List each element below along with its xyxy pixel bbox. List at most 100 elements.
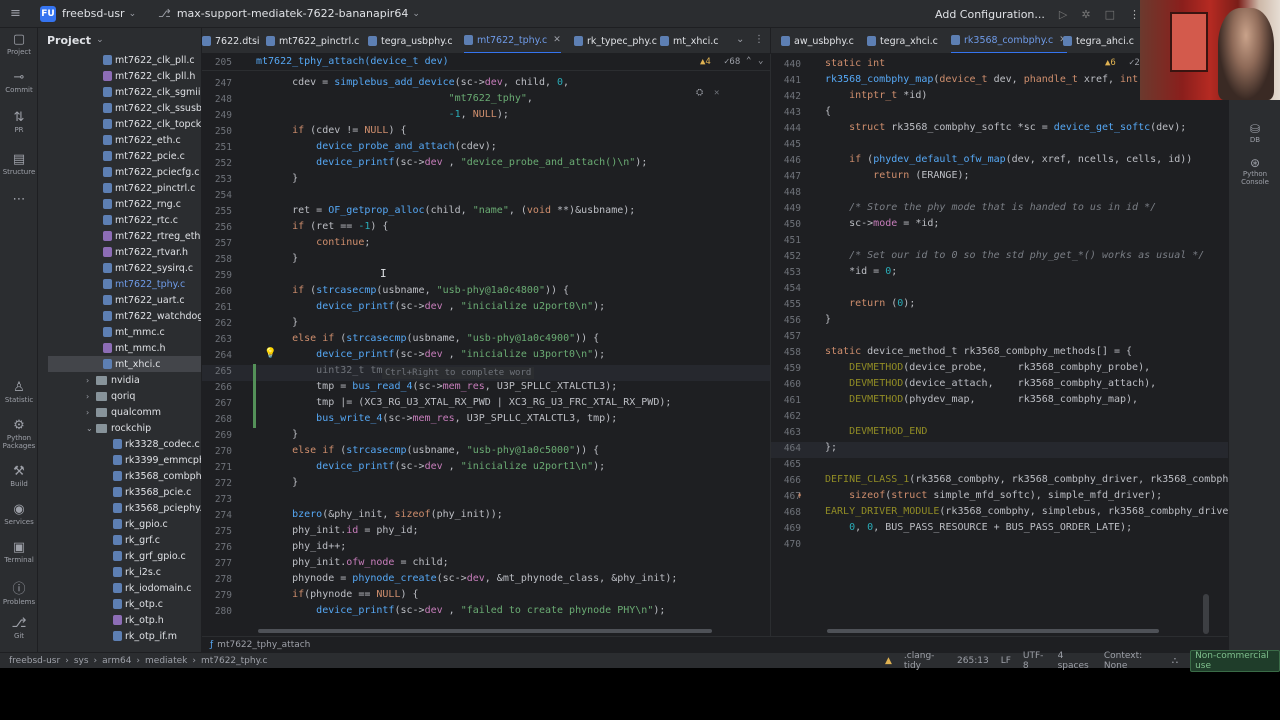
code-line[interactable]: EARLY_DRIVER_MODULE(rk3568_combphy, simp… xyxy=(825,506,1228,517)
ai-assistant-icon[interactable]: ⛭ xyxy=(696,88,703,98)
folder-item[interactable]: ⌄ rockchip xyxy=(86,420,151,436)
file-item[interactable]: rk_gpio.c xyxy=(113,516,168,532)
chevron-right-icon[interactable]: › xyxy=(86,392,96,401)
code-line[interactable]: if(phynode == NULL) { xyxy=(268,589,418,600)
chevron-down-icon[interactable]: ⌄ xyxy=(758,56,763,66)
file-encoding[interactable]: UTF-8 xyxy=(1023,651,1046,671)
horizontal-scrollbar[interactable] xyxy=(827,629,1159,633)
folder-item[interactable]: › qoriq xyxy=(86,388,135,404)
run-config-select[interactable]: Add Configuration... xyxy=(935,8,1045,21)
debug-icon[interactable]: ✲ xyxy=(1081,8,1090,21)
clang-tidy-status[interactable]: .clang-tidy xyxy=(904,651,945,671)
code-line[interactable]: if (ret == -1) { xyxy=(268,221,388,232)
line-separator[interactable]: LF xyxy=(1001,656,1011,666)
code-line[interactable]: 0, 0, BUS_PASS_RESOURCE + BUS_PASS_ORDER… xyxy=(825,522,1132,533)
file-item[interactable]: mt7622_rtvar.h xyxy=(103,244,188,260)
file-item[interactable]: mt7622_clk_pll.c xyxy=(103,52,195,68)
folder-item[interactable]: › nvidia xyxy=(86,372,140,388)
file-item[interactable]: mt_mmc.c xyxy=(103,324,165,340)
database-tool-button[interactable]: ⛁ DB xyxy=(1229,122,1280,144)
python-packages-tool-button[interactable]: ⚙ Python Packages xyxy=(0,418,38,450)
code-line[interactable]: DEFINE_CLASS_1(rk3568_combphy, rk3568_co… xyxy=(825,474,1228,485)
file-item[interactable]: mt7622_uart.c xyxy=(103,292,185,308)
code-line[interactable]: device_probe_and_attach(cdev); xyxy=(268,141,497,152)
code-line[interactable]: } xyxy=(268,429,298,440)
code-line[interactable]: }; xyxy=(825,442,837,453)
more-icon[interactable]: ⋮ xyxy=(1129,8,1140,21)
close-tab-icon[interactable]: ✕ xyxy=(553,35,561,45)
services-tool-button[interactable]: ◉ Services xyxy=(0,502,38,526)
indent-setting[interactable]: 4 spaces xyxy=(1058,651,1092,671)
code-line[interactable]: phy_init.id = phy_id; xyxy=(268,525,418,536)
editor-tab[interactable]: rk_typec_phy.c xyxy=(574,28,657,53)
lock-icon[interactable]: ⛬ xyxy=(1172,656,1178,666)
code-line[interactable]: DEVMETHOD(phydev_map, rk3568_combphy_map… xyxy=(825,394,1138,405)
file-item[interactable]: rk_grf.c xyxy=(113,532,160,548)
code-line[interactable]: { xyxy=(825,106,831,117)
override-icon[interactable]: ↟ xyxy=(797,491,802,501)
breadcrumb-item[interactable]: arm64 xyxy=(102,656,131,666)
code-line[interactable]: tmp = bus_read_4(sc->mem_res, U3P_SPLLC_… xyxy=(268,381,617,392)
code-line[interactable]: else if (strcasecmp(usbname, "usb-phy@1a… xyxy=(268,445,599,456)
horizontal-scrollbar[interactable] xyxy=(258,629,712,633)
file-item[interactable]: rk_grf_gpio.c xyxy=(113,548,186,564)
editor-tab[interactable]: tegra_usbphy.c xyxy=(368,28,453,53)
sticky-function[interactable]: mt7622_tphy_attach(device_t dev) xyxy=(256,56,449,67)
code-line[interactable]: static device_method_t rk3568_combphy_me… xyxy=(825,346,1132,357)
file-item[interactable]: mt7622_watchdog.c xyxy=(103,308,201,324)
branch-name[interactable]: max-support-mediatek-7622-bananapir64 xyxy=(177,7,409,20)
pr-tool-button[interactable]: ⇅ PR xyxy=(0,110,38,134)
file-item[interactable]: rk_i2s.c xyxy=(113,564,161,580)
current-function[interactable]: mt7622_tphy_attach xyxy=(217,640,310,650)
chevron-right-icon[interactable]: › xyxy=(86,376,96,385)
code-line[interactable]: cdev = simplebus_add_device(sc->dev, chi… xyxy=(268,77,569,88)
code-line[interactable]: if (cdev != NULL) { xyxy=(268,125,406,136)
project-tool-button[interactable]: ▢ Project xyxy=(0,32,38,56)
structure-tool-button[interactable]: ▤ Structure xyxy=(0,152,38,176)
file-item[interactable]: mt7622_rtreg_eth.h xyxy=(103,228,201,244)
code-line[interactable]: device_printf(sc->dev , "inicialize u3po… xyxy=(268,349,605,360)
code-line[interactable]: uint32_t tmp; xyxy=(268,365,394,376)
chevron-down-icon[interactable]: ⌄ xyxy=(86,424,96,433)
code-line[interactable]: } xyxy=(825,314,831,325)
code-line[interactable]: "mt7622_tphy", xyxy=(268,93,533,104)
file-item[interactable]: mt7622_pciecfg.c xyxy=(103,164,199,180)
file-item[interactable]: rk_otp_if.m xyxy=(113,628,177,644)
chevron-right-icon[interactable]: › xyxy=(86,408,96,417)
close-icon[interactable]: ✕ xyxy=(714,88,719,98)
code-line[interactable]: *id = 0; xyxy=(825,266,897,277)
commit-tool-button[interactable]: ⊸ Commit xyxy=(0,70,38,94)
terminal-tool-button[interactable]: ▣ Terminal xyxy=(0,540,38,564)
code-line[interactable]: if (phydev_default_ofw_map(dev, xref, nc… xyxy=(825,154,1192,165)
code-line[interactable]: /* Set our id to 0 so the std phy_get_*(… xyxy=(825,250,1204,261)
code-line[interactable]: } xyxy=(268,173,298,184)
right-code-editor[interactable]: ▲6 ✓2 440 441 442 443 444 445 446 447 448 449 450 4… xyxy=(770,54,1228,636)
code-line[interactable]: DEVMETHOD(device_probe, rk3568_combphy_p… xyxy=(825,362,1150,373)
file-item[interactable]: mt7622_pcie.c xyxy=(103,148,185,164)
cursor-position[interactable]: 265:13 xyxy=(957,656,989,666)
code-line[interactable]: } xyxy=(268,317,298,328)
breadcrumb-item[interactable]: mediatek xyxy=(145,656,187,666)
bulb-icon[interactable]: 💡 xyxy=(264,348,276,359)
code-line[interactable]: /* Store the phy mode that is handed to … xyxy=(825,202,1156,213)
warning-count[interactable]: ▲6 xyxy=(1105,58,1116,68)
code-line[interactable]: sc->mode = *id; xyxy=(825,218,939,229)
python-console-tool-button[interactable]: ⊛ Python Console xyxy=(1229,156,1280,186)
editor-tab[interactable]: aw_usbphy.c xyxy=(781,28,854,53)
git-tool-button[interactable]: ⎇ Git xyxy=(0,616,38,640)
code-line[interactable]: bus_write_4(sc->mem_res, U3P_SPLLC_XTALC… xyxy=(268,413,617,424)
code-line[interactable]: return (0); xyxy=(825,298,915,309)
editor-tab[interactable]: mt7622_pinctrl.c xyxy=(266,28,359,53)
code-line[interactable]: -1, NULL); xyxy=(268,109,509,120)
code-line[interactable]: phy_init.ofw_node = child; xyxy=(268,557,449,568)
vertical-scrollbar[interactable] xyxy=(1203,594,1209,634)
ok-count[interactable]: ✓2 xyxy=(1129,58,1140,68)
file-item[interactable]: mt_mmc.h xyxy=(103,340,166,356)
tab-list-icon[interactable]: ⌄ xyxy=(736,34,744,45)
file-item[interactable]: mt7622_rtc.c xyxy=(103,212,178,228)
file-item[interactable]: rk_otp.h xyxy=(113,612,164,628)
file-item[interactable]: mt7622_clk_ssusbsys xyxy=(103,100,201,116)
code-line[interactable]: phynode = phynode_create(sc->dev, &mt_ph… xyxy=(268,573,677,584)
left-code-editor[interactable]: 205 mt7622_tphy_attach(device_t dev) ▲4 … xyxy=(202,54,770,636)
file-item[interactable]: rk3568_combphy.c xyxy=(113,468,201,484)
